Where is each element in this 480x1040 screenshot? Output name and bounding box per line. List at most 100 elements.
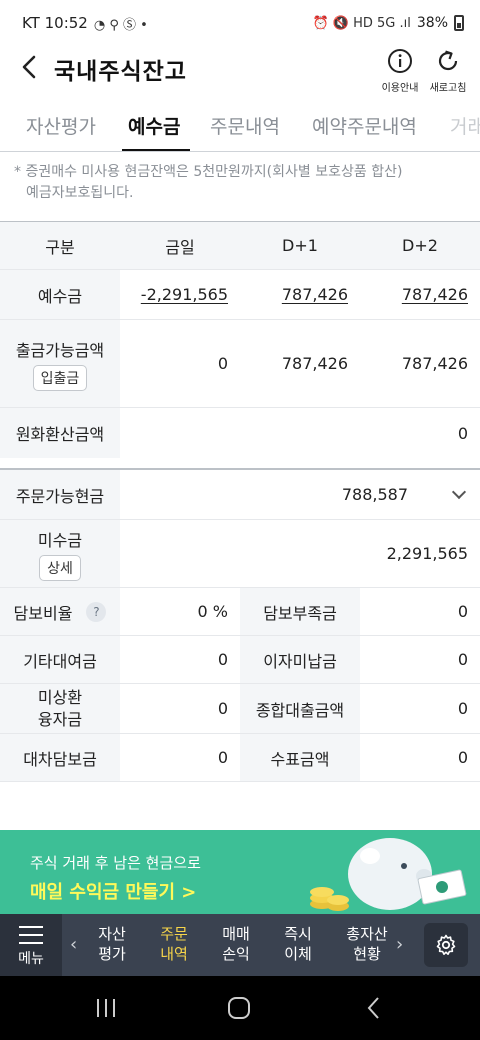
table-row-other-loan: 기타대여금 0 이자미납금 0 xyxy=(0,636,480,684)
recent-apps-icon[interactable] xyxy=(94,998,118,1018)
check-amount-value: 0 xyxy=(457,748,468,767)
deposit-label: 예수금 xyxy=(0,270,120,319)
collateral-ratio-label: 담보비율 xyxy=(13,603,73,623)
battery-percent: 38% xyxy=(416,15,448,31)
order-table: 주문가능현금 788,587 미수금 상세 2,291,565 담보비율 ? 0… xyxy=(0,470,480,782)
total-loan-value: 0 xyxy=(457,699,468,718)
table-row-krw-converted: 원화환산금액 0 xyxy=(0,408,480,458)
notice-line-2: 예금자보호됩니다. xyxy=(26,185,134,201)
lending-collateral-label: 대차담보금 xyxy=(0,734,120,781)
unrepaid-loan-label-1: 미상환 xyxy=(37,687,83,707)
refresh-icon xyxy=(438,50,458,71)
settings-button[interactable] xyxy=(424,923,468,967)
unpaid-detail-button[interactable]: 상세 xyxy=(39,554,81,581)
nav-item-line2: 이체 xyxy=(284,945,312,963)
promo-banner[interactable]: 주식 거래 후 남은 현금으로 매일 수익금 만들기 > xyxy=(0,830,480,914)
deposit-table: 구분 금일 D+1 D+2 예수금 -2,291,565 787,426 787… xyxy=(0,222,480,470)
page-title: 국내주식잔고 xyxy=(54,59,187,85)
banner-subtitle: 주식 거래 후 남은 현금으로 xyxy=(30,854,201,872)
tab-deposit[interactable]: 예수금 xyxy=(128,112,180,139)
chevron-left-icon[interactable]: ‹ xyxy=(70,934,77,955)
nav-item-line2: 현황 xyxy=(353,945,381,963)
other-loan-label: 기타대여금 xyxy=(0,636,120,683)
unpaid-label: 미수금 xyxy=(37,530,83,550)
refresh-button[interactable]: 새로고침 xyxy=(420,48,476,94)
nav-order-history[interactable]: 주문 내역 xyxy=(148,924,200,964)
battery-icon xyxy=(454,15,464,31)
tab-trade[interactable]: 거래 xyxy=(450,112,480,139)
deposit-today-link[interactable]: -2,291,565 xyxy=(141,285,228,304)
tab-bar: 자산평가 예수금 주문내역 예약주문내역 거래 xyxy=(0,100,480,152)
deposit-d2-link[interactable]: 787,426 xyxy=(402,285,468,304)
bottom-nav: 메뉴 ‹ 자산 평가 주문 내역 매매 손익 즉시 이체 총자산 현황 › xyxy=(0,914,480,976)
orderable-cash-label: 주문가능현금 xyxy=(0,470,120,519)
nav-item-line1: 주문 xyxy=(160,925,188,943)
gear-icon xyxy=(436,934,456,955)
nav-item-line1: 총자산 xyxy=(346,925,388,943)
back-arrow-icon[interactable] xyxy=(18,54,42,80)
tab-reserved-orders[interactable]: 예약주문내역 xyxy=(312,112,417,139)
table-header-row: 구분 금일 D+1 D+2 xyxy=(0,222,480,270)
collateral-ratio-label-cell: 담보비율 ? xyxy=(0,588,120,635)
col-header-d1: D+1 xyxy=(282,236,318,255)
carrier-time: KT 10:52 xyxy=(22,14,88,32)
hamburger-icon xyxy=(19,926,43,950)
table-row-unrepaid-loan: 미상환 융자금 0 종합대출금액 0 xyxy=(0,684,480,734)
home-icon[interactable] xyxy=(227,996,251,1020)
withdrawable-label-cell: 출금가능금액 입출금 xyxy=(0,320,120,407)
col-header-today: 금일 xyxy=(165,237,195,257)
menu-button[interactable]: 메뉴 xyxy=(0,914,62,976)
collateral-ratio-value: 0 % xyxy=(197,602,228,621)
col-header-category: 구분 xyxy=(45,237,75,257)
deposit-protection-notice: * 증권매수 미사용 현금잔액은 5천만원까지(회사별 보호상품 합산) 예금자… xyxy=(14,162,468,204)
system-nav-bar xyxy=(0,976,480,1040)
unrepaid-loan-value: 0 xyxy=(217,699,228,718)
nav-asset-eval[interactable]: 자산 평가 xyxy=(86,924,138,964)
table-row-unpaid: 미수금 상세 2,291,565 xyxy=(0,520,480,588)
help-icon[interactable]: ? xyxy=(86,601,107,622)
lending-collateral-value: 0 xyxy=(217,748,228,767)
app-header: 국내주식잔고 이용안내 새로고침 xyxy=(0,46,480,94)
banner-cta: 매일 수익금 만들기 > xyxy=(30,882,197,903)
table-row-withdrawable: 출금가능금액 입출금 0 787,426 787,426 xyxy=(0,320,480,408)
nav-item-line1: 즉시 xyxy=(284,925,312,943)
withdrawable-d2: 787,426 xyxy=(401,354,468,373)
tab-order-history[interactable]: 주문내역 xyxy=(210,112,280,139)
total-loan-label: 종합대출금액 xyxy=(240,684,360,733)
back-icon[interactable] xyxy=(364,996,384,1020)
notice-line-1: * 증권매수 미사용 현금잔액은 5천만원까지(회사별 보호상품 합산) xyxy=(14,164,403,180)
collateral-shortage-value: 0 xyxy=(457,602,468,621)
nav-item-line2: 손익 xyxy=(222,945,250,963)
nav-item-line2: 내역 xyxy=(160,945,188,963)
unrepaid-loan-label-cell: 미상환 융자금 xyxy=(0,684,120,733)
chevron-down-icon[interactable] xyxy=(451,484,467,499)
withdrawable-label: 출금가능금액 xyxy=(15,340,105,360)
unpaid-interest-value: 0 xyxy=(457,650,468,669)
refresh-label: 새로고침 xyxy=(429,83,467,94)
unpaid-label-cell: 미수금 상세 xyxy=(0,520,120,587)
status-bar: KT 10:52 ◔ ⚲ Ⓢ • ⏰ 🔇 HD 5G .ıl 38% xyxy=(0,0,480,46)
system-status-icons: ⏰ 🔇 HD 5G .ıl xyxy=(312,15,411,31)
orderable-cash-value: 788,587 xyxy=(341,485,408,504)
krw-converted-value: 0 xyxy=(457,423,468,443)
unpaid-interest-label: 이자미납금 xyxy=(240,636,360,683)
info-icon xyxy=(388,49,412,73)
piggy-bank-illustration xyxy=(310,838,467,911)
notification-icons: ◔ ⚲ Ⓢ • xyxy=(93,17,148,33)
active-tab-indicator xyxy=(122,149,190,151)
tab-asset-eval[interactable]: 자산평가 xyxy=(26,112,96,139)
other-loan-value: 0 xyxy=(217,650,228,669)
nav-total-assets[interactable]: 총자산 현황 xyxy=(338,924,396,964)
unpaid-value: 2,291,565 xyxy=(386,544,468,563)
nav-item-line2: 평가 xyxy=(98,945,126,963)
deposit-d1-link[interactable]: 787,426 xyxy=(282,285,348,304)
deposit-withdraw-button[interactable]: 입출금 xyxy=(32,364,88,391)
table-row-lending-collateral: 대차담보금 0 수표금액 0 xyxy=(0,734,480,782)
chevron-right-icon[interactable]: › xyxy=(396,934,403,955)
nav-instant-transfer[interactable]: 즉시 이체 xyxy=(272,924,324,964)
nav-trading-pnl[interactable]: 매매 손익 xyxy=(210,924,262,964)
col-header-d2: D+2 xyxy=(402,236,438,255)
table-row-orderable-cash[interactable]: 주문가능현금 788,587 xyxy=(0,470,480,520)
krw-converted-label: 원화환산금액 xyxy=(0,408,120,458)
nav-item-line1: 매매 xyxy=(222,925,250,943)
